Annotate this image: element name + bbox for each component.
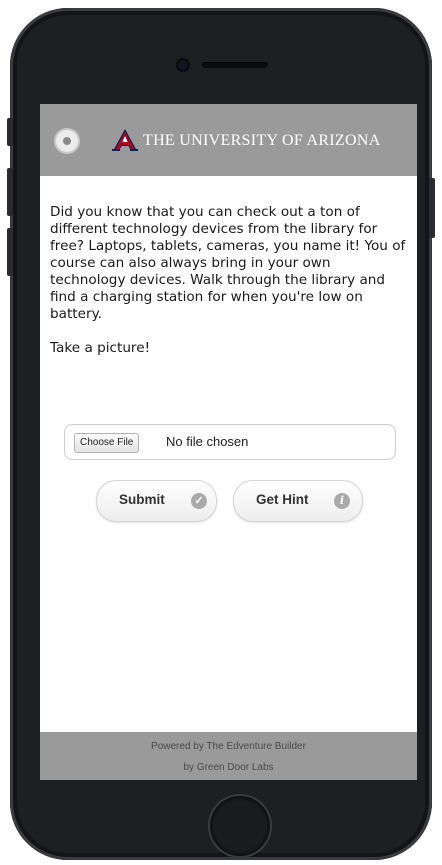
- file-status-text: No file chosen: [166, 434, 249, 449]
- menu-dot: [63, 137, 71, 145]
- app-footer: Powered by The Edventure Builder by Gree…: [40, 732, 417, 780]
- check-circle-icon: ✓: [191, 493, 207, 509]
- get-hint-button[interactable]: Get Hint i: [233, 480, 363, 522]
- get-hint-button-label: Get Hint: [256, 492, 309, 507]
- menu-circle-icon[interactable]: [56, 130, 78, 152]
- footer-company: by Green Door Labs: [183, 762, 274, 773]
- university-title: THE UNIVERSITY OF ARIZONA: [143, 132, 381, 149]
- challenge-description: Did you know that you can check out a to…: [50, 204, 406, 322]
- app-header: THE UNIVERSITY OF ARIZONA: [40, 104, 417, 176]
- info-circle-icon: i: [334, 493, 350, 509]
- footer-powered-by: Powered by The Edventure Builder: [151, 741, 306, 752]
- volume-up-button: [7, 168, 13, 216]
- volume-down-button: [7, 228, 13, 276]
- submit-button[interactable]: Submit ✓: [96, 480, 217, 522]
- file-upload-field[interactable]: Choose File No file chosen: [64, 424, 396, 460]
- submit-button-label: Submit: [119, 492, 165, 507]
- challenge-content: Did you know that you can check out a to…: [50, 204, 407, 357]
- ua-block-a-logo: [112, 129, 138, 151]
- front-camera: [178, 60, 188, 70]
- home-button[interactable]: [210, 796, 270, 856]
- earpiece-speaker: [202, 62, 268, 68]
- choose-file-button[interactable]: Choose File: [74, 433, 140, 453]
- challenge-prompt: Take a picture!: [50, 340, 151, 356]
- power-button: [429, 178, 435, 238]
- phone-screen: THE UNIVERSITY OF ARIZONA Did you know t…: [40, 104, 417, 780]
- mute-switch: [7, 118, 13, 146]
